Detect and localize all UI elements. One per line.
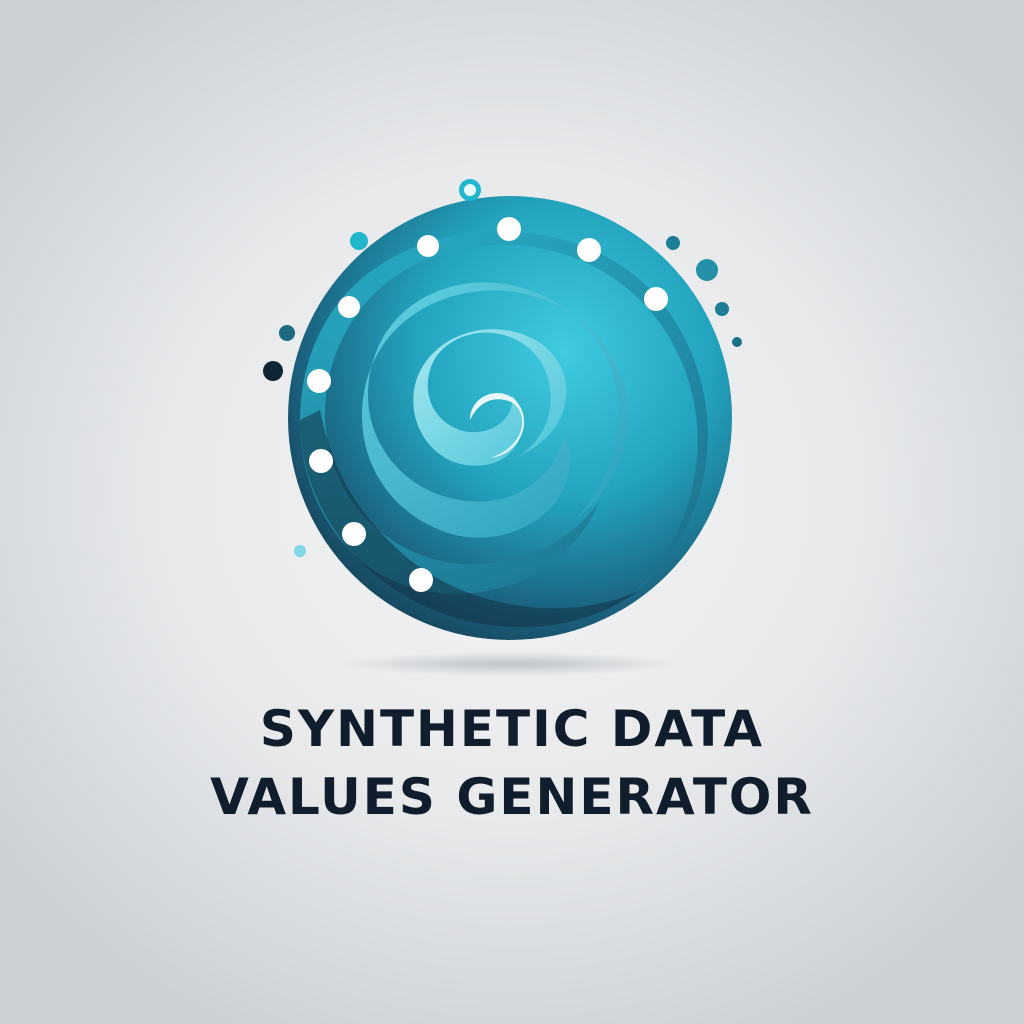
logo-shadow [340,652,680,676]
title-line-2: VALUES GENERATOR [210,768,814,826]
swirl-logo-icon [263,179,742,676]
title-line-1: SYNTHETIC DATA [259,700,765,758]
logo-title: SYNTHETIC DATA VALUES GENERATOR [0,695,1024,831]
